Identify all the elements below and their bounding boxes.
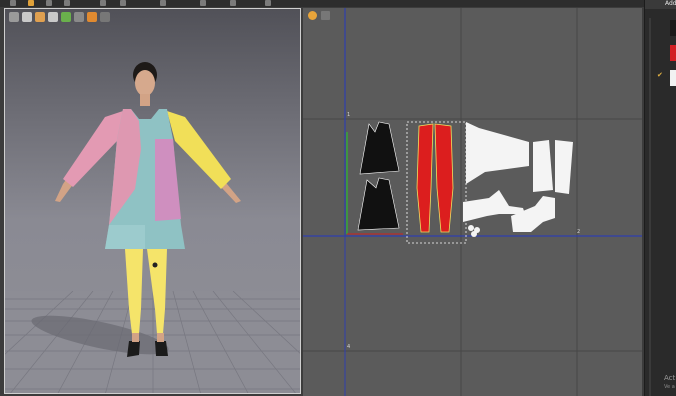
axis-marker-4: 4 bbox=[347, 344, 351, 350]
pattern-piece-cuff-1 bbox=[533, 140, 553, 192]
avatar-garment[interactable] bbox=[5, 9, 301, 394]
top-toolbar bbox=[0, 0, 676, 7]
pattern-piece-legging-right bbox=[434, 123, 454, 233]
move-icon[interactable] bbox=[10, 0, 16, 6]
pattern-piece-sleeve-top bbox=[466, 122, 529, 184]
fabric-swatch-white[interactable] bbox=[670, 70, 676, 86]
viewport-3d[interactable] bbox=[4, 8, 301, 394]
pattern-piece-front bbox=[359, 121, 400, 175]
pattern-pieces[interactable] bbox=[303, 8, 642, 396]
pattern-piece-collar bbox=[511, 196, 555, 232]
tape-icon[interactable] bbox=[230, 0, 236, 6]
scale-icon[interactable] bbox=[64, 0, 70, 6]
measure-icon[interactable] bbox=[200, 0, 206, 6]
pin-icon[interactable] bbox=[100, 0, 106, 6]
object-browser-panel: Add ✔ Act Ve a bbox=[644, 0, 676, 396]
activation-text: Act bbox=[664, 374, 676, 382]
pattern-piece-cuff-2 bbox=[555, 140, 573, 194]
pattern-display-icon[interactable] bbox=[308, 11, 317, 20]
select-icon[interactable] bbox=[28, 0, 34, 6]
viewport-2d[interactable]: 1 2 4 bbox=[303, 8, 642, 396]
sew-icon[interactable] bbox=[265, 0, 271, 6]
fabric-swatch-red[interactable] bbox=[670, 45, 676, 61]
pattern-piece-back bbox=[357, 177, 400, 231]
fabric-swatch-black[interactable] bbox=[670, 20, 676, 36]
activation-subtext: Ve a bbox=[664, 384, 675, 390]
screenshot-2d-icon[interactable] bbox=[321, 11, 330, 20]
pattern-piece-legging-left bbox=[416, 123, 434, 233]
tack-icon[interactable] bbox=[120, 0, 126, 6]
axis-marker-2: 2 bbox=[577, 229, 581, 235]
fold-icon[interactable] bbox=[160, 0, 166, 6]
rotate-icon[interactable] bbox=[46, 0, 52, 6]
viewport-2d-toolbar bbox=[308, 11, 330, 20]
axis-marker-1: 1 bbox=[347, 112, 351, 118]
add-button[interactable]: Add bbox=[665, 0, 676, 8]
panel-scrollbar[interactable] bbox=[649, 18, 651, 396]
checkmark-icon: ✔ bbox=[657, 71, 663, 79]
